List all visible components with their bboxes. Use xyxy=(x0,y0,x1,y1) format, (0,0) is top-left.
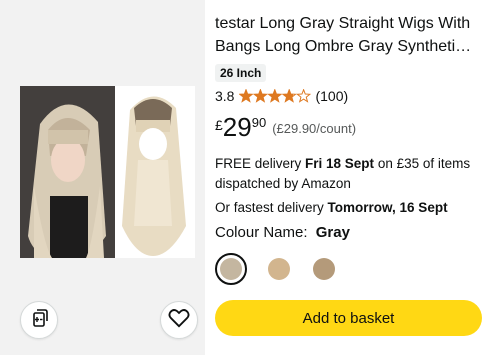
fastest-delivery-date: Tomorrow, 16 Sept xyxy=(327,200,448,215)
star-icon xyxy=(239,89,255,103)
rating-value: 3.8 xyxy=(215,88,235,104)
free-delivery-date: Fri 18 Sept xyxy=(305,156,375,171)
star-rating xyxy=(239,89,312,103)
colour-swatches xyxy=(215,253,494,285)
star-icon xyxy=(282,89,298,103)
review-count: (100) xyxy=(315,88,349,104)
heart-icon xyxy=(168,308,190,333)
product-image[interactable] xyxy=(20,86,195,258)
swatch-color xyxy=(268,258,290,280)
colour-label: Colour Name: xyxy=(215,224,308,241)
price-fraction: 90 xyxy=(251,115,267,130)
price: £ 29 90 (£29.90/count) xyxy=(215,112,494,142)
product-details: testar Long Gray Straight Wigs With Bang… xyxy=(215,0,494,285)
size-chip: 26 Inch xyxy=(215,64,267,82)
unit-price: (£29.90/count) xyxy=(272,121,357,136)
compare-button[interactable] xyxy=(20,301,58,339)
colour-swatch-2[interactable] xyxy=(266,256,292,282)
price-symbol: £ xyxy=(215,117,223,133)
free-delivery-prefix: FREE delivery xyxy=(215,156,306,171)
star-icon xyxy=(267,89,283,103)
colour-name: Colour Name: Gray xyxy=(215,224,494,241)
colour-swatch-3[interactable] xyxy=(311,256,337,282)
star-icon xyxy=(296,89,312,103)
product-title[interactable]: testar Long Gray Straight Wigs With Bang… xyxy=(215,12,487,58)
rating-row[interactable]: 3.8 (100) xyxy=(215,88,494,104)
star-icon xyxy=(253,89,269,103)
price-whole: 29 xyxy=(222,112,252,142)
free-delivery-message: FREE delivery Fri 18 Sept on £35 of item… xyxy=(215,154,485,194)
fastest-delivery-message: Or fastest delivery Tomorrow, 16 Sept xyxy=(215,198,494,218)
wishlist-button[interactable] xyxy=(160,301,198,339)
product-card: testar Long Gray Straight Wigs With Bang… xyxy=(0,0,500,355)
swatch-color xyxy=(220,258,242,280)
image-panel xyxy=(0,0,205,355)
colour-value: Gray xyxy=(315,224,350,241)
compare-cards-icon xyxy=(28,307,50,334)
add-to-basket-button[interactable]: Add to basket xyxy=(215,300,482,336)
swatch-color xyxy=(313,258,335,280)
colour-swatch-1[interactable] xyxy=(215,253,247,285)
fastest-delivery-prefix: Or fastest delivery xyxy=(215,200,328,215)
